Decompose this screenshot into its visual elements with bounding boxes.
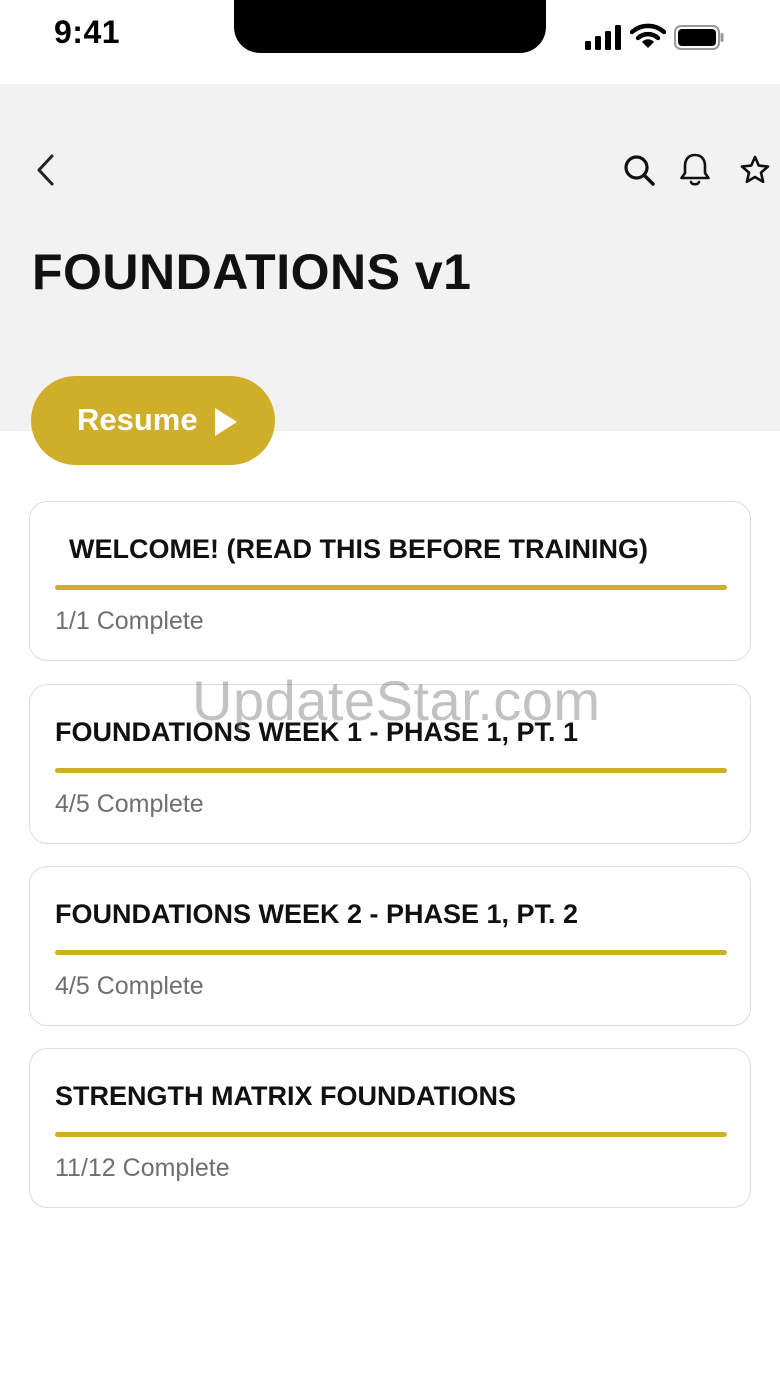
section-card-strength-matrix[interactable]: STRENGTH MATRIX FOUNDATIONS 11/12 Comple… [29, 1048, 751, 1208]
resume-label: Resume [77, 402, 198, 437]
progress-bar [55, 1132, 727, 1137]
section-status: 4/5 Complete [55, 972, 204, 1000]
progress-fill [55, 950, 727, 955]
progress-bar [55, 768, 727, 773]
signal-icon [585, 24, 623, 50]
section-title: FOUNDATIONS WEEK 2 - PHASE 1, PT. 2 [55, 899, 579, 929]
page-title: FOUNDATIONS v1 [32, 244, 472, 300]
progress-bar [55, 585, 727, 590]
section-status: 1/1 Complete [55, 607, 204, 635]
section-card-week-2[interactable]: FOUNDATIONS WEEK 2 - PHASE 1, PT. 2 4/5 … [29, 866, 751, 1026]
play-icon [215, 408, 237, 436]
progress-fill [55, 1132, 727, 1137]
section-card-welcome[interactable]: WELCOME! (READ THIS BEFORE TRAINING) 1/1… [29, 501, 751, 661]
section-title: FOUNDATIONS WEEK 1 - PHASE 1, PT. 1 [55, 717, 579, 747]
progress-bar [55, 950, 727, 955]
section-title: STRENGTH MATRIX FOUNDATIONS [55, 1081, 516, 1111]
section-title: WELCOME! (READ THIS BEFORE TRAINING) [69, 534, 648, 564]
wifi-icon [630, 23, 666, 48]
progress-fill [55, 585, 727, 590]
star-icon[interactable] [739, 154, 771, 186]
search-icon[interactable] [622, 153, 656, 187]
device-notch [234, 0, 546, 53]
section-card-week-1[interactable]: FOUNDATIONS WEEK 1 - PHASE 1, PT. 1 4/5 … [29, 684, 751, 844]
resume-button[interactable]: Resume [31, 376, 275, 465]
progress-fill [55, 768, 727, 773]
status-bar: 9:41 [0, 0, 780, 84]
section-status: 4/5 Complete [55, 790, 204, 818]
status-time: 9:41 [54, 14, 121, 50]
back-icon[interactable] [32, 150, 60, 190]
bell-icon[interactable] [678, 152, 712, 188]
section-status: 11/12 Complete [55, 1154, 230, 1182]
battery-icon [674, 25, 724, 50]
